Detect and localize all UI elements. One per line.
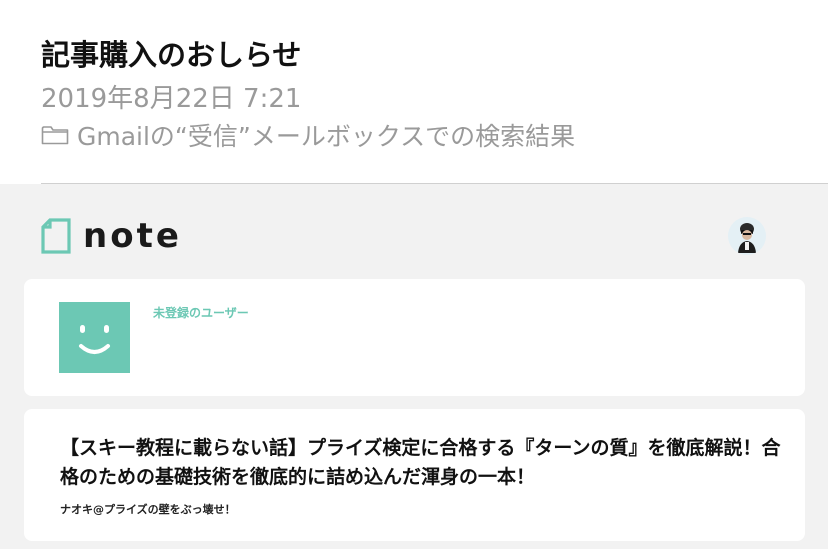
buyer-card: 未登録のユーザー — [24, 279, 805, 396]
email-date: 2019年8月22日 7:21 — [41, 84, 302, 114]
email-body: note 未登録のユーザー 【スキー教程に載らない話】プライズ検定に合格する『タ… — [0, 184, 828, 549]
note-logo[interactable]: note — [41, 218, 182, 254]
buyer-name: 未登録のユーザー — [153, 306, 249, 320]
email-subject: 記事購入のおしらせ — [41, 38, 302, 72]
note-logo-text: note — [83, 216, 182, 256]
folder-label: Gmailの“受信”メールボックスでの検索結果 — [77, 122, 576, 151]
article-card[interactable]: 【スキー教程に載らない話】プライズ検定に合格する『ターンの質』を徹底解説！合格の… — [24, 409, 805, 541]
article-author: ナオキ@プライズの壁をぶっ壊せ！ — [60, 503, 236, 516]
message-header: 記事購入のおしらせ 2019年8月22日 7:21 Gmailの“受信”メールボ… — [0, 0, 828, 184]
folder-icon — [41, 125, 69, 145]
article-title[interactable]: 【スキー教程に載らない話】プライズ検定に合格する『ターンの質』を徹底解説！合格の… — [60, 434, 782, 492]
folder-link[interactable]: Gmailの“受信”メールボックスでの検索結果 — [41, 118, 575, 152]
smiley-face-icon — [59, 302, 130, 373]
user-avatar[interactable] — [728, 217, 766, 255]
note-logo-mark — [41, 218, 71, 254]
